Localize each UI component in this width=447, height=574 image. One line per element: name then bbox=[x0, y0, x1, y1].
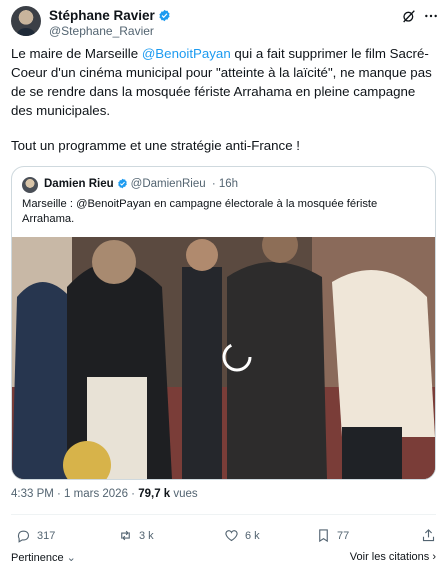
quote-media-image[interactable] bbox=[12, 237, 435, 479]
author-avatar[interactable] bbox=[11, 6, 41, 36]
bookmark-button[interactable]: 77 bbox=[316, 528, 349, 543]
tweet-header: Stéphane Ravier @Stephane_Ravier bbox=[11, 6, 439, 40]
author-name[interactable]: Stéphane Ravier bbox=[49, 8, 155, 23]
bookmark-count: 77 bbox=[337, 529, 350, 542]
views-label: vues bbox=[170, 488, 198, 500]
tweet-text-line-2: Tout un programme et une stratégie anti-… bbox=[11, 138, 300, 153]
reply-count: 317 bbox=[37, 529, 56, 542]
repost-button[interactable]: 3 k bbox=[118, 528, 154, 543]
reply-button[interactable]: 317 bbox=[16, 528, 55, 543]
like-button[interactable]: 6 k bbox=[224, 528, 260, 543]
view-quotes-link[interactable]: Voir les citations › bbox=[350, 551, 436, 563]
quote-text: Marseille : @BenoitPayan en campagne éle… bbox=[22, 198, 378, 225]
tweet-text: Le maire de Marseille @BenoitPayan qui a… bbox=[11, 44, 437, 155]
tweet-timestamp[interactable]: 4:33 PM · 1 mars 2026 · 79,7 k vues bbox=[11, 488, 198, 500]
verified-badge-icon bbox=[117, 178, 127, 189]
sort-label[interactable]: Pertinence bbox=[11, 552, 64, 564]
tweet-text-part: Le maire de Marseille bbox=[11, 46, 142, 61]
author-handle[interactable]: @Stephane_Ravier bbox=[49, 24, 154, 38]
author-name-row[interactable]: Stéphane Ravier bbox=[49, 8, 171, 24]
mention-link[interactable]: @BenoitPayan bbox=[142, 46, 231, 61]
like-count: 6 k bbox=[245, 529, 260, 542]
repost-count: 3 k bbox=[139, 529, 154, 542]
tweet-time[interactable]: 4:33 PM · 1 mars 2026 · bbox=[11, 488, 138, 500]
grok-icon[interactable] bbox=[401, 8, 417, 24]
quote-time: · 16h bbox=[211, 178, 239, 190]
quote-author-name[interactable]: Damien Rieu bbox=[44, 178, 114, 190]
share-icon bbox=[422, 529, 435, 542]
quoted-tweet[interactable]: Damien Rieu @DamienRieu · 16h Marseille :… bbox=[11, 166, 436, 480]
views-count: 79,7 k bbox=[138, 488, 171, 500]
quote-author-row[interactable]: Damien Rieu @DamienRieu · 16h bbox=[44, 178, 238, 190]
share-button[interactable] bbox=[421, 528, 436, 543]
more-icon[interactable] bbox=[423, 8, 439, 24]
repost-icon bbox=[121, 530, 130, 541]
verified-badge-icon bbox=[159, 9, 170, 22]
sort-dropdown[interactable]: Pertinence ⌄ bbox=[11, 551, 76, 564]
reply-icon bbox=[17, 530, 30, 543]
divider bbox=[11, 514, 436, 515]
bookmark-icon bbox=[319, 529, 328, 543]
quote-avatar[interactable] bbox=[22, 177, 38, 193]
quote-author-handle[interactable]: @DamienRieu bbox=[131, 178, 206, 190]
chevron-down-icon: ⌄ bbox=[63, 552, 76, 564]
heart-icon bbox=[225, 530, 238, 542]
media-photo bbox=[12, 237, 435, 479]
tweet-actions: 317 3 k 6 k 77 bbox=[11, 520, 436, 550]
